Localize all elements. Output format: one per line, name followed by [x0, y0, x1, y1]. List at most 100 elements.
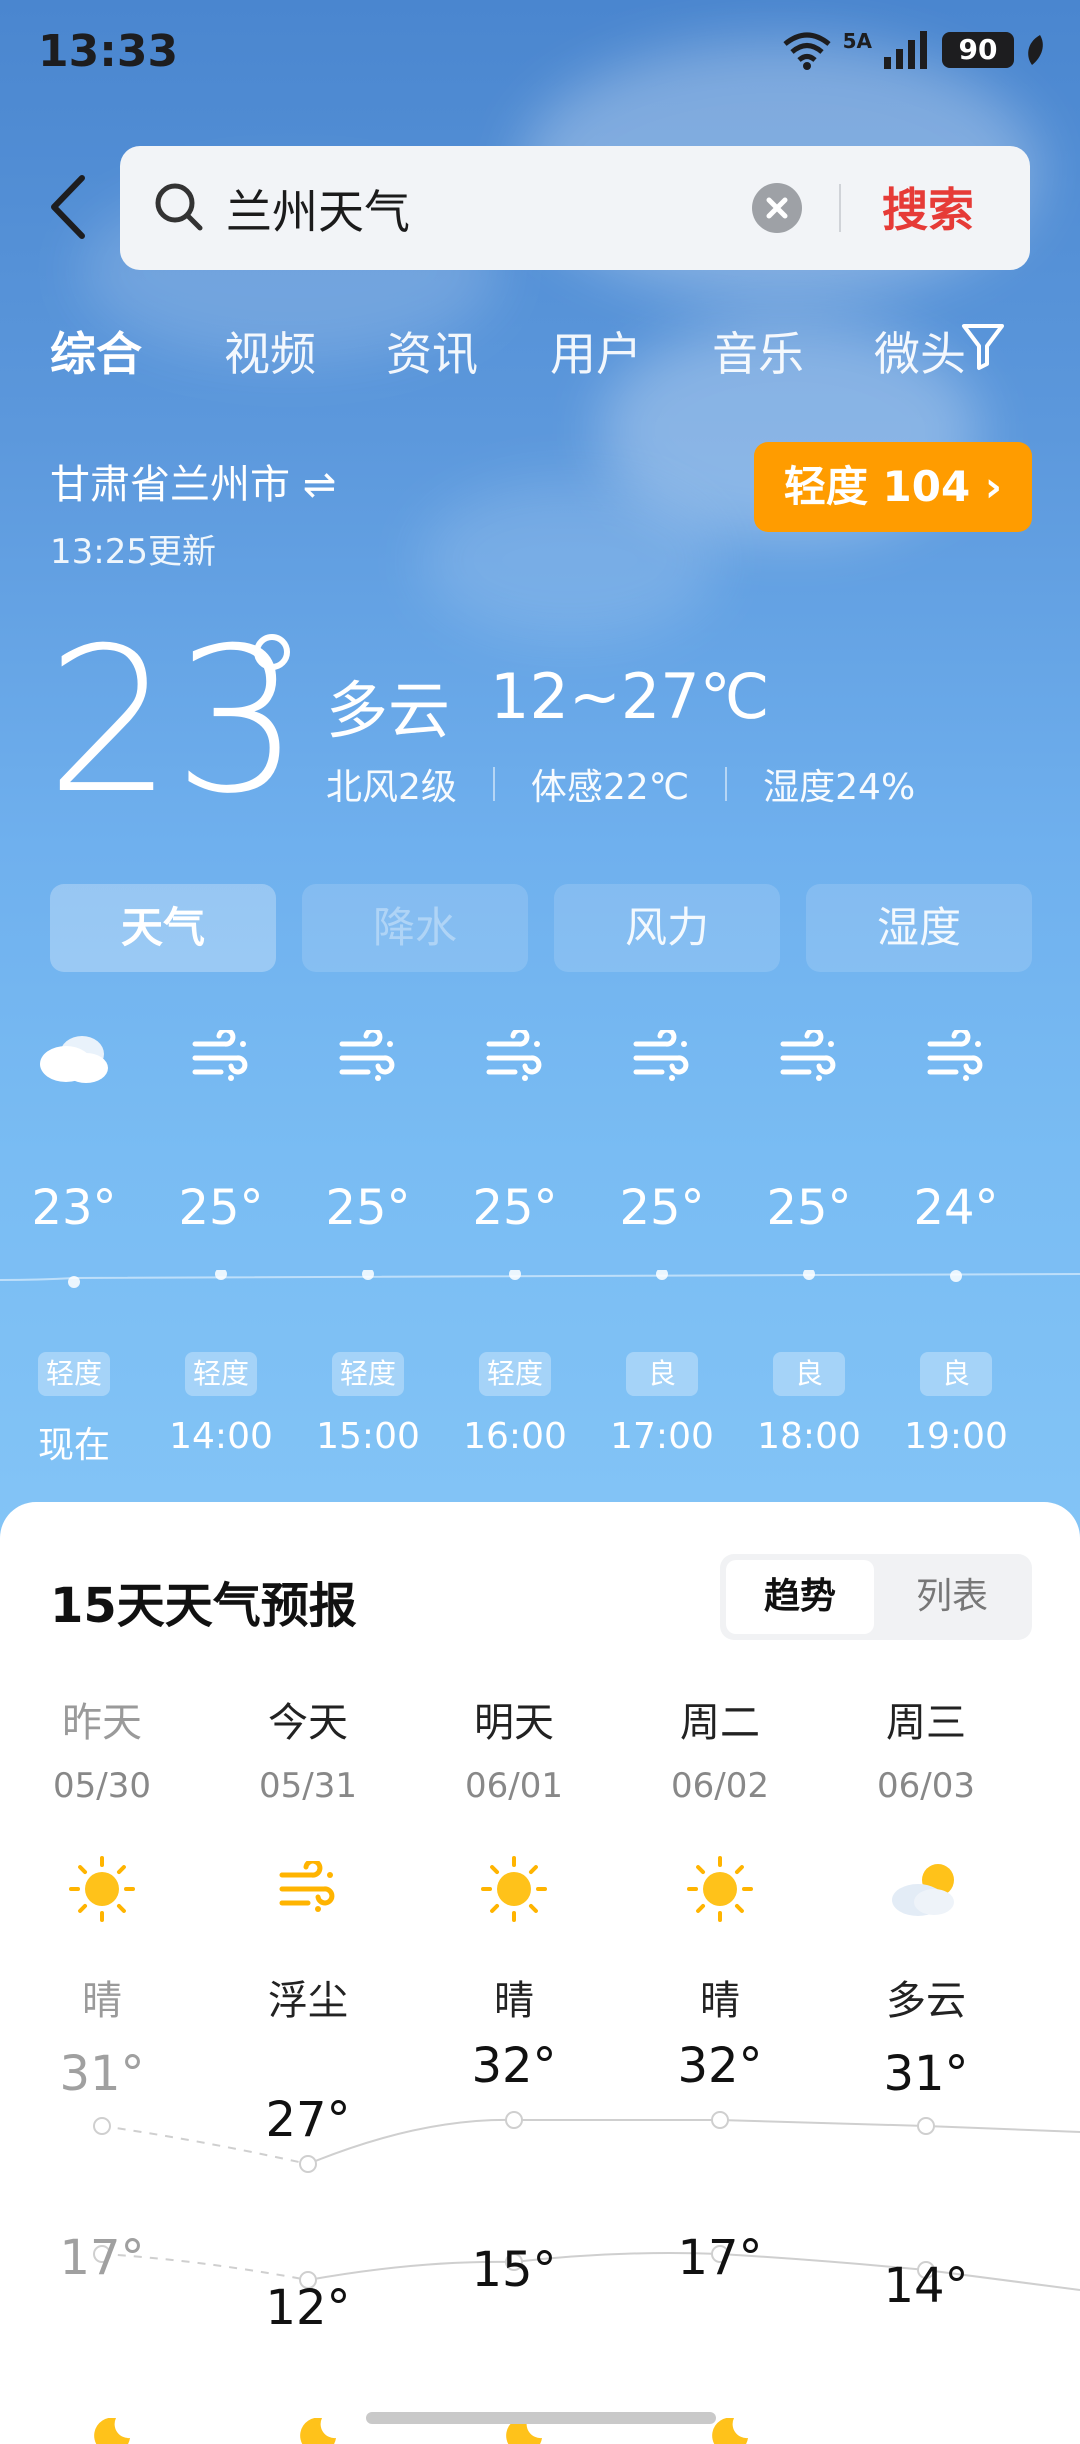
hourly-time: 16:00: [463, 1416, 567, 1457]
sun-icon: [687, 1856, 753, 1922]
dust-wind-icon: [339, 1030, 395, 1081]
day-low-temp: 17°: [59, 2230, 145, 2286]
tab-music[interactable]: 音乐: [712, 318, 804, 384]
hourly-aqi-badge: 轻度: [479, 1352, 551, 1396]
tab-users[interactable]: 用户: [550, 318, 642, 384]
close-icon: [766, 197, 788, 219]
day-date: 05/30: [53, 1766, 151, 1806]
view-toggle: 趋势 列表: [720, 1554, 1032, 1640]
status-bar: 13:33 5A 90: [0, 0, 1080, 110]
segment-humidity[interactable]: 湿度: [806, 884, 1032, 972]
daily-item[interactable]: 周二 06/02 晴 32° 17°: [630, 1690, 810, 2286]
day-date: 06/01: [465, 1766, 563, 1806]
signal-icon: [884, 31, 927, 69]
search-button[interactable]: 搜索: [882, 174, 974, 240]
hourly-time: 15:00: [316, 1416, 420, 1457]
day-high-temp: 27°: [265, 2092, 351, 2148]
home-indicator[interactable]: [366, 2412, 716, 2424]
weather-details: 北风2级 体感22℃ 湿度24%: [326, 758, 915, 810]
hourly-aqi-badge: 良: [920, 1352, 992, 1396]
filter-icon[interactable]: [960, 320, 1006, 372]
humidity-info: 湿度24%: [763, 767, 916, 808]
day-date: 05/31: [259, 1766, 357, 1806]
hourly-temp: 24°: [913, 1180, 999, 1236]
hourly-item: 24° 良 19:00: [886, 1030, 1026, 1457]
hourly-time: 14:00: [169, 1416, 273, 1457]
status-time: 13:33: [38, 26, 179, 77]
day-name: 周二: [680, 1700, 760, 1746]
aqi-button[interactable]: 轻度 104 ›: [754, 442, 1032, 532]
day-name: 昨天: [62, 1700, 142, 1746]
segment-precipitation[interactable]: 降水: [302, 884, 528, 972]
day-low-temp: 14°: [883, 2258, 969, 2314]
sun-icon: [69, 1856, 135, 1922]
search-icon: [155, 183, 203, 231]
wifi-icon: [783, 32, 831, 70]
temperature-range: 12~27℃: [490, 660, 770, 733]
hourly-time: 19:00: [904, 1416, 1008, 1457]
day-low-temp: 17°: [677, 2230, 763, 2286]
daily-item[interactable]: 周三 06/03 多云 31° 14°: [836, 1690, 1016, 2314]
hourly-item: 25° 轻度 16:00: [445, 1030, 585, 1457]
dust-wind-icon: [633, 1030, 689, 1081]
current-condition: 多云: [326, 674, 451, 747]
segment-wind[interactable]: 风力: [554, 884, 780, 972]
daily-item[interactable]: 昨天 05/30 晴 31° 17°: [12, 1690, 192, 2286]
hourly-aqi-badge: 轻度: [38, 1352, 110, 1396]
battery-indicator: 90: [942, 32, 1014, 68]
hourly-time: 现在: [37, 1425, 110, 1466]
hourly-aqi-badge: 轻度: [332, 1352, 404, 1396]
moon-icon: [300, 2418, 336, 2444]
hourly-aqi-badge: 良: [773, 1352, 845, 1396]
day-condition: 晴: [82, 1978, 122, 2024]
tab-news[interactable]: 资讯: [386, 318, 478, 384]
update-time: 13:25更新: [50, 532, 216, 572]
wind-info: 北风2级: [326, 767, 457, 808]
daily-item[interactable]: 明天 06/01 晴 32° 15°: [424, 1690, 604, 2298]
location-label[interactable]: 甘肃省兰州市 ⇌: [50, 452, 336, 510]
day-condition: 多云: [886, 1978, 966, 2024]
degree-symbol: [254, 634, 290, 670]
hourly-temp: 25°: [178, 1180, 264, 1236]
day-name: 明天: [474, 1700, 554, 1746]
back-arrow-icon[interactable]: [46, 172, 90, 242]
tab-video[interactable]: 视频: [224, 318, 316, 384]
hourly-temp: 25°: [619, 1180, 705, 1236]
moon-icon: [94, 2418, 130, 2444]
tab-comprehensive[interactable]: 综合: [50, 318, 142, 384]
hourly-item: 25° 良 18:00: [739, 1030, 879, 1457]
hourly-temp: 23°: [31, 1180, 117, 1236]
toggle-trend[interactable]: 趋势: [726, 1560, 874, 1634]
partly-cloudy-icon: [892, 1864, 954, 1916]
hourly-temp-line: [0, 1270, 1080, 1288]
search-divider: [839, 184, 841, 232]
forecast-title: 15天天气预报: [50, 1578, 357, 1634]
dust-wind-icon: [486, 1030, 542, 1081]
dust-wind-icon: [192, 1030, 248, 1081]
daily-item[interactable]: 今天 05/31 浮尘 27° 12°: [218, 1690, 398, 2336]
hourly-item: 23° 轻度 现在: [4, 1030, 144, 1466]
hourly-temp: 25°: [766, 1180, 852, 1236]
dust-wind-icon: [927, 1030, 983, 1081]
search-input[interactable]: 兰州天气: [226, 176, 410, 242]
hourly-item: 25° 轻度 15:00: [298, 1030, 438, 1457]
cloud-icon: [40, 1036, 108, 1083]
day-high-temp: 32°: [677, 2038, 763, 2094]
toggle-list[interactable]: 列表: [878, 1560, 1026, 1634]
day-date: 06/03: [877, 1766, 975, 1806]
day-high-temp: 31°: [59, 2046, 145, 2102]
dust-wind-icon: [780, 1030, 836, 1081]
leaf-icon: [1028, 35, 1043, 65]
clear-button[interactable]: [752, 183, 802, 233]
hourly-time: 17:00: [610, 1416, 714, 1457]
hourly-aqi-badge: 轻度: [185, 1352, 257, 1396]
hourly-item: 25° 良 17:00: [592, 1030, 732, 1457]
feels-like: 体感22℃: [530, 767, 690, 808]
segment-weather[interactable]: 天气: [50, 884, 276, 972]
hourly-temp: 25°: [472, 1180, 558, 1236]
network-type: 5A: [842, 29, 872, 53]
day-date: 06/02: [671, 1766, 769, 1806]
day-low-temp: 12°: [265, 2280, 351, 2336]
search-bar[interactable]: 兰州天气 搜索: [120, 146, 1030, 270]
day-condition: 浮尘: [268, 1978, 348, 2024]
